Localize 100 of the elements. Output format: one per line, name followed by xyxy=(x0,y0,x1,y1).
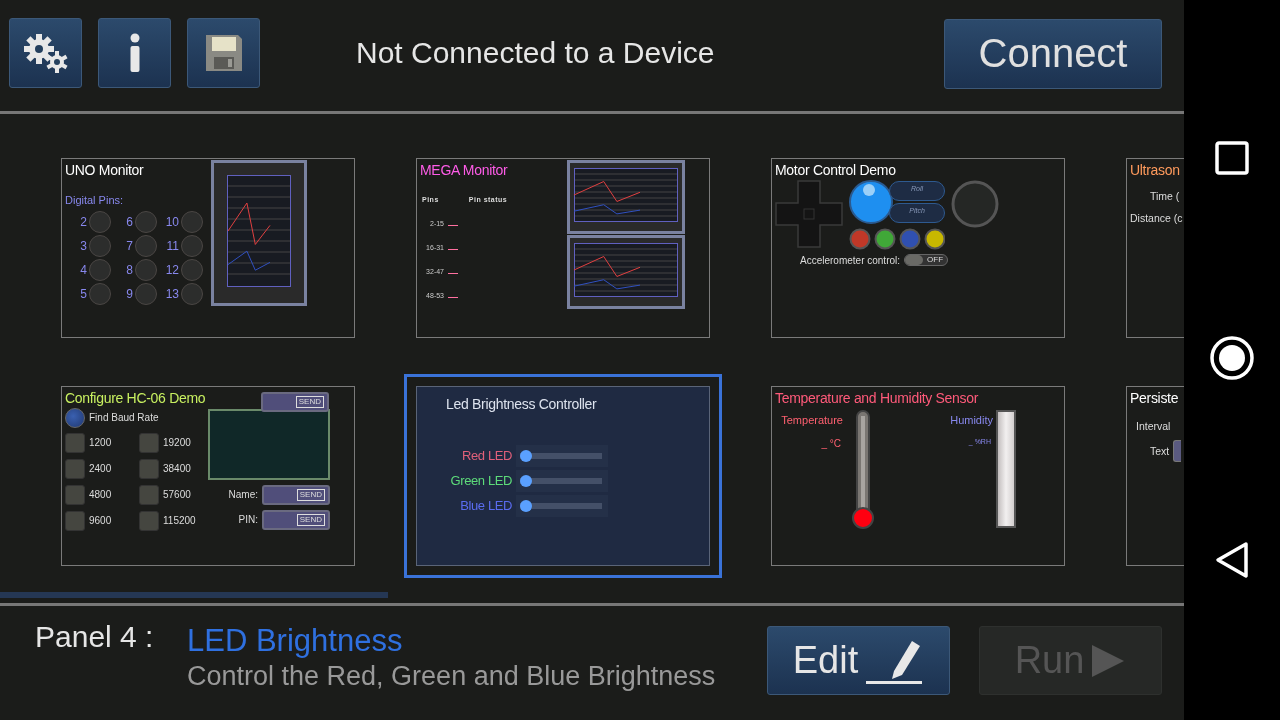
field-label: Interval xyxy=(1135,419,1172,432)
field-label: Time ( xyxy=(1149,190,1181,202)
baud-rate: 4800 xyxy=(89,489,112,500)
temperature-label: Temperature xyxy=(781,413,843,426)
pin-number: 6 xyxy=(126,215,133,229)
status-dash xyxy=(448,249,458,250)
pin-indicator xyxy=(89,283,111,305)
home-icon[interactable] xyxy=(1209,335,1255,381)
panel-title: UNO Monitor xyxy=(65,162,144,178)
status-dash xyxy=(448,225,458,226)
thermometer-icon xyxy=(851,409,875,530)
pin-indicator xyxy=(181,259,203,281)
brightness-slider[interactable] xyxy=(516,494,608,517)
radio-button[interactable] xyxy=(65,407,85,428)
pin-number: 10 xyxy=(165,215,179,229)
pin-indicator xyxy=(89,211,111,233)
baud-rate: 1200 xyxy=(89,437,112,448)
slider-label: Blue LED xyxy=(459,498,512,513)
field-label: Text xyxy=(1149,444,1170,457)
pins-label: Digital Pins: xyxy=(65,194,124,206)
pin-indicator xyxy=(89,259,111,281)
edit-button[interactable]: Edit xyxy=(767,626,950,695)
pin-number: 9 xyxy=(126,287,133,301)
checkbox[interactable] xyxy=(65,432,85,453)
panel-description: Control the Red, Green and Blue Brightness xyxy=(187,661,717,692)
info-button[interactable] xyxy=(98,17,171,88)
checkbox[interactable] xyxy=(65,458,85,479)
checkbox[interactable] xyxy=(65,484,85,505)
baud-rate: 9600 xyxy=(89,515,112,526)
slider-label: Red LED xyxy=(461,448,512,463)
slider-thumb[interactable] xyxy=(520,474,532,487)
pin-indicator xyxy=(135,283,157,305)
joystick-icon xyxy=(951,180,999,228)
panel-name: LED Brightness xyxy=(187,623,404,659)
pin-number: 7 xyxy=(126,239,133,253)
pin-number: 3 xyxy=(80,239,87,253)
save-button[interactable] xyxy=(187,17,260,88)
send-button[interactable]: SEND xyxy=(261,391,329,412)
pin-indicator xyxy=(181,211,203,233)
panel-card[interactable]: Configure HC-06 Demo SEND Find Baud Rate 1200 19200 2400 38400 4800 57600 9600 115200 Name: SEND PIN: SEND xyxy=(61,385,355,566)
status-dash xyxy=(448,297,458,298)
baud-rate: 19200 xyxy=(163,437,191,448)
connect-button[interactable]: Connect xyxy=(944,18,1162,89)
pin-number: 5 xyxy=(80,287,87,301)
send-button[interactable]: SEND xyxy=(262,509,330,530)
accelerometer-label: Accelerometer control: xyxy=(800,254,901,266)
checkbox[interactable] xyxy=(139,484,159,505)
pin-number: 4 xyxy=(80,263,87,277)
pin-number: 8 xyxy=(126,263,133,277)
status-dash xyxy=(448,273,458,274)
brightness-slider[interactable] xyxy=(516,469,608,492)
checkbox[interactable] xyxy=(139,432,159,453)
settings-button[interactable] xyxy=(9,17,82,88)
pin-number: 11 xyxy=(166,239,179,253)
radio-label: Find Baud Rate xyxy=(89,412,159,423)
pin-indicator xyxy=(89,235,111,257)
pin-label: PIN: xyxy=(238,514,258,525)
pin-number: 12 xyxy=(165,263,179,277)
checkbox[interactable] xyxy=(139,510,159,531)
panel-card[interactable]: UNO Monitor Digital Pins: 2 6 10 3 7 11 4 8 12 5 9 13 xyxy=(61,158,355,338)
back-icon[interactable] xyxy=(1215,541,1249,579)
panel-title: Configure HC-06 Demo xyxy=(65,389,206,406)
panel-card[interactable]: Persiste Interval Text xyxy=(1126,385,1184,566)
recent-apps-icon[interactable] xyxy=(1215,141,1249,175)
accelerometer-toggle[interactable]: OFF xyxy=(904,254,949,266)
panel-number: Panel 4 : xyxy=(35,620,155,654)
baud-rate: 38400 xyxy=(163,463,191,474)
text-field[interactable] xyxy=(1173,439,1181,462)
slider-thumb[interactable] xyxy=(520,499,532,512)
brightness-slider[interactable] xyxy=(516,444,608,467)
baud-rate: 115200 xyxy=(163,515,196,526)
baud-rate: 2400 xyxy=(89,463,112,474)
humidity-label: Humidity xyxy=(950,413,993,426)
temperature-value: _ °C xyxy=(821,437,842,449)
pin-indicator xyxy=(181,283,203,305)
checkbox[interactable] xyxy=(65,510,85,531)
scroll-bar[interactable] xyxy=(0,592,388,598)
slider-thumb[interactable] xyxy=(520,449,532,462)
panel-title: Led Brightness Controller xyxy=(446,395,597,412)
pin-indicator xyxy=(135,259,157,281)
panel-title: Persiste xyxy=(1130,389,1179,406)
send-button[interactable]: SEND xyxy=(262,484,330,505)
checkbox[interactable] xyxy=(139,458,159,479)
save-icon xyxy=(203,32,244,73)
panel-title: MEGA Monitor xyxy=(420,162,508,178)
panel-title: Ultrason xyxy=(1130,162,1180,178)
panel-card[interactable]: Ultrason Time ( Distance (c xyxy=(1126,158,1184,338)
dpad-icon xyxy=(775,180,843,248)
panel-title: Temperature and Humidity Sensor xyxy=(775,389,979,406)
baud-rate: 57600 xyxy=(163,489,191,500)
slider-label: Green LED xyxy=(449,473,512,488)
field-label: Distance (c xyxy=(1130,212,1181,224)
connection-status: Not Connected to a Device xyxy=(356,35,716,70)
panel-title: Motor Control Demo xyxy=(775,162,896,178)
panel-card[interactable]: Led Brightness Controller Red LED Green LED Blue LED xyxy=(416,385,710,566)
name-label: Name: xyxy=(228,489,258,500)
pin-number: 13 xyxy=(165,287,179,301)
pin-indicator xyxy=(135,211,157,233)
knob-icon xyxy=(849,180,893,224)
pin-indicator xyxy=(135,235,157,257)
